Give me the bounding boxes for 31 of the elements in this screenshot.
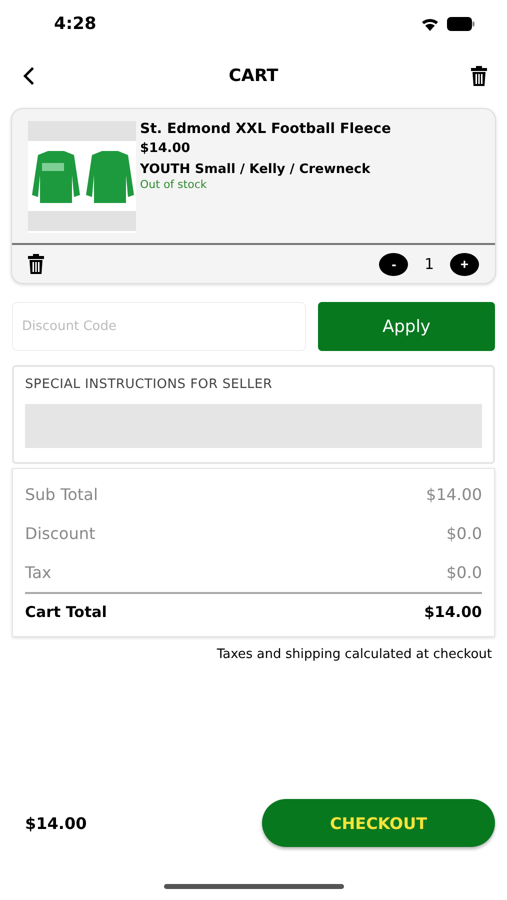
- wifi-icon: [421, 17, 439, 31]
- stock-status: Out of stock: [140, 178, 208, 191]
- summary-label: Discount: [25, 524, 96, 543]
- page-title: CART: [228, 66, 278, 86]
- summary-value: $0.0: [446, 524, 482, 543]
- discount-code-field[interactable]: Discount Code: [12, 302, 306, 351]
- status-time: 4:28: [54, 14, 96, 34]
- summary-value: $0.0: [446, 563, 482, 582]
- summary-value: $14.00: [426, 485, 482, 504]
- clear-cart-button[interactable]: [471, 66, 487, 86]
- product-name: St. Edmond XXL Football Fleece: [140, 121, 392, 137]
- trash-icon: [471, 66, 487, 86]
- trash-icon: [28, 254, 44, 274]
- summary-label: Tax: [25, 563, 52, 582]
- decrement-button[interactable]: -: [379, 252, 408, 276]
- remove-item-button[interactable]: [28, 254, 44, 274]
- back-button[interactable]: [22, 66, 36, 86]
- increment-button[interactable]: +: [450, 252, 479, 276]
- instructions-field[interactable]: [25, 404, 482, 448]
- apply-button[interactable]: Apply: [318, 302, 495, 351]
- summary-label: Sub Total: [25, 485, 98, 504]
- quantity: 1: [424, 255, 434, 273]
- shipping-note: Taxes and shipping calculated at checkout: [216, 647, 492, 662]
- battery-icon: [447, 17, 475, 31]
- product-price: $14.00: [140, 141, 192, 156]
- checkout-button[interactable]: CHECKOUT: [262, 799, 495, 847]
- summary-label: Cart Total: [25, 603, 107, 621]
- product-variant: YOUTH Small / Kelly / Crewneck: [140, 162, 372, 177]
- footer-total: $14.00: [25, 814, 87, 832]
- instructions-label: SPECIAL INSTRUCTIONS FOR SELLER: [25, 377, 274, 392]
- summary-value: $14.00: [424, 603, 482, 621]
